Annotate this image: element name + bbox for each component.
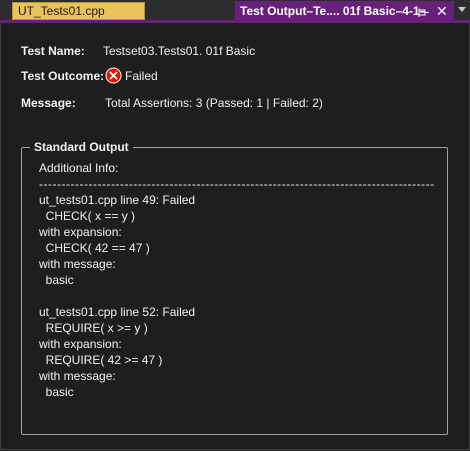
- output-line: CHECK( x == y ): [39, 209, 136, 223]
- test-name-row: Test Name: Testset03.Tests01. 01f Basic: [21, 43, 255, 59]
- output-line: REQUIRE( 42 >= 47 ): [39, 353, 163, 367]
- separator-line: ----------------------------------------…: [39, 177, 435, 191]
- test-outcome-label: Test Outcome:: [21, 69, 105, 83]
- pin-icon[interactable]: [418, 5, 430, 17]
- failed-icon: [105, 67, 122, 84]
- message-row: Message: Total Assertions: 3 (Passed: 1 …: [21, 95, 323, 111]
- test-outcome-row: Test Outcome: Failed: [21, 67, 158, 84]
- tab-test-output[interactable]: Test Output–Te.... 01f Basic–4-1 ✕: [235, 1, 454, 21]
- test-name-label: Test Name:: [21, 44, 85, 58]
- standard-output-group: Standard Output Additional Info: --------…: [21, 139, 448, 435]
- output-line: with expansion:: [39, 337, 122, 351]
- message-value: Total Assertions: 3 (Passed: 1 | Failed:…: [105, 96, 323, 110]
- test-outcome-value: Failed: [125, 69, 158, 83]
- output-line: ut_tests01.cpp line 49: Failed: [39, 193, 196, 207]
- chevron-down-icon[interactable]: [458, 7, 466, 12]
- message-label: Message:: [21, 96, 76, 110]
- output-line: with message:: [39, 257, 116, 271]
- test-name-value: Testset03.Tests01. 01f Basic: [103, 44, 256, 58]
- output-line: Additional Info:: [39, 161, 119, 175]
- tab-label: UT_Tests01.cpp: [18, 4, 105, 18]
- document-tab-bar: UT_Tests01.cpp Test Output–Te.... 01f Ba…: [0, 0, 470, 23]
- output-line: basic: [39, 273, 74, 287]
- tab-ut-tests01-cpp[interactable]: UT_Tests01.cpp: [12, 2, 145, 20]
- test-output-window: UT_Tests01.cpp Test Output–Te.... 01f Ba…: [0, 0, 470, 451]
- close-icon[interactable]: ✕: [436, 4, 448, 18]
- output-line: ut_tests01.cpp line 52: Failed: [39, 305, 196, 319]
- output-line: REQUIRE( x >= y ): [39, 321, 148, 335]
- output-line: basic: [39, 385, 74, 399]
- output-line: with message:: [39, 369, 116, 383]
- standard-output-title: Standard Output: [30, 139, 133, 155]
- output-line: CHECK( 42 == 47 ): [39, 241, 150, 255]
- tab-label: Test Output–Te.... 01f Basic–4-1: [240, 4, 420, 18]
- standard-output-text[interactable]: Additional Info: ------------------------…: [39, 160, 444, 430]
- output-line: with expansion:: [39, 225, 122, 239]
